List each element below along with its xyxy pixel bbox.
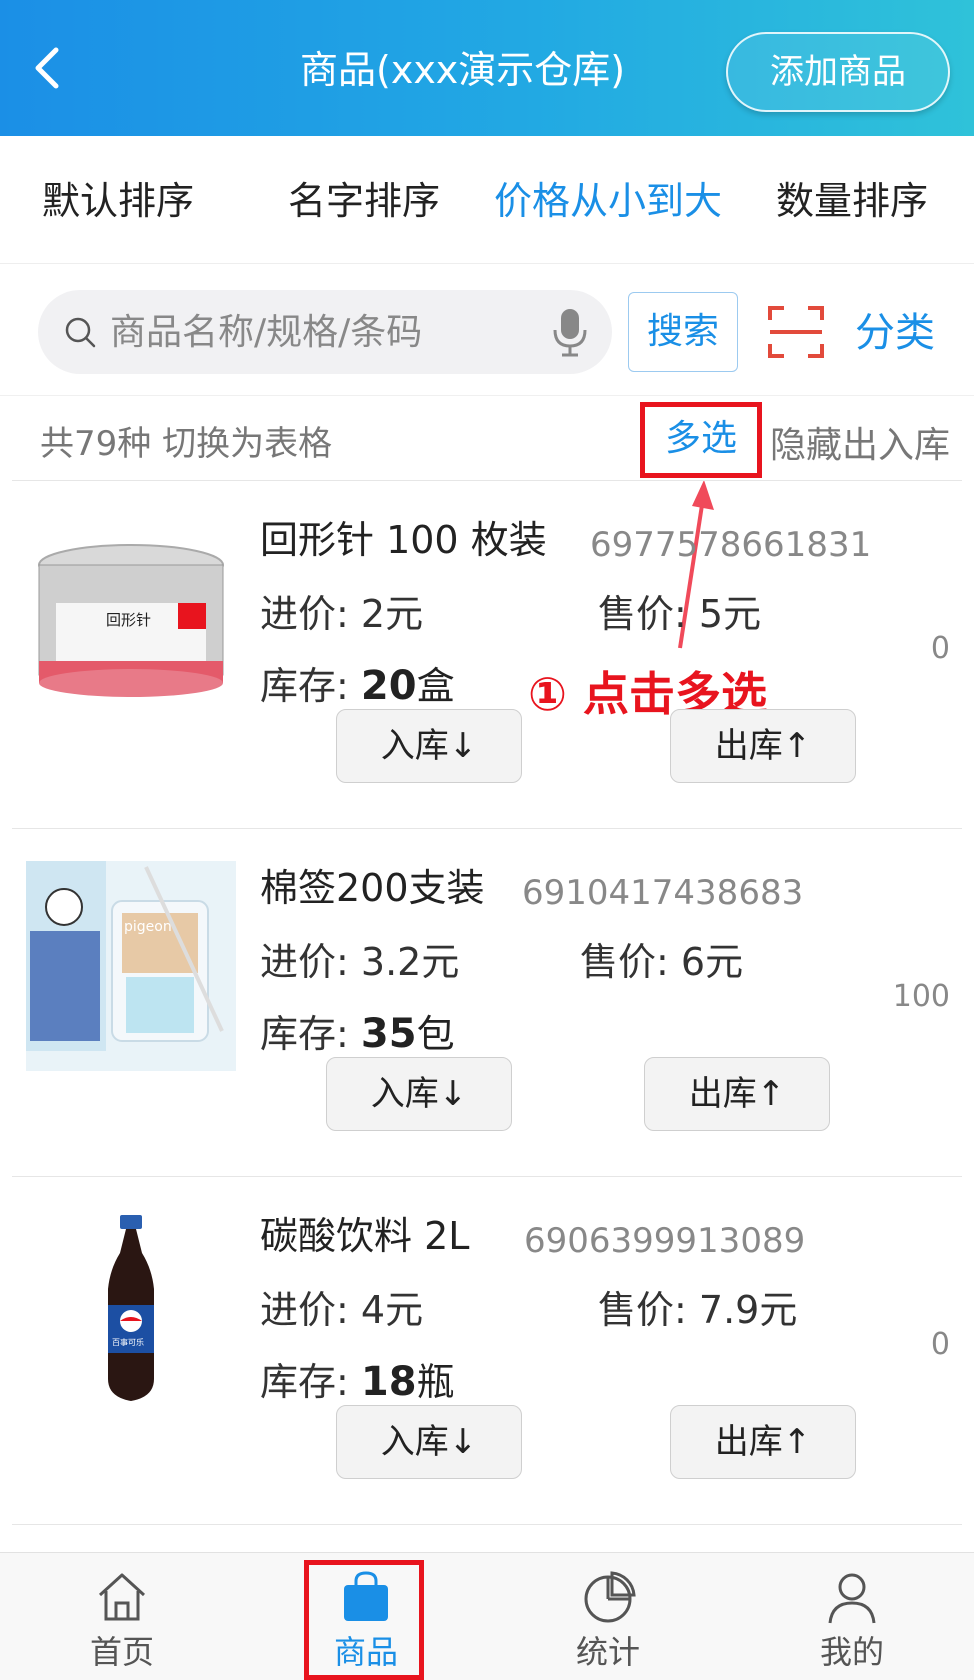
product-barcode: 6906399913089 [524, 1221, 806, 1261]
nav-stats[interactable]: 统计 [538, 1553, 678, 1680]
product-barcode: 6910417438683 [522, 873, 804, 913]
nav-mine[interactable]: 我的 [782, 1553, 922, 1680]
microphone-icon[interactable] [550, 306, 590, 358]
info-row: 共79种 切换为表格 多选 隐藏出入库 [0, 396, 974, 480]
product-image: 回形针 [38, 544, 224, 697]
product-item[interactable]: 百事可乐 碳酸饮料 2L 6906399913089 进价: 4元 售价: 7.… [12, 1176, 962, 1524]
product-name: 碳酸饮料 2L [260, 1214, 470, 1258]
tab-name-sort[interactable]: 名字排序 [288, 176, 440, 226]
nav-home-label: 首页 [89, 1633, 154, 1671]
product-image: pigeon [26, 861, 236, 1071]
sort-bar: 默认排序 名字排序 价格从小到大 数量排序 [0, 136, 974, 264]
svg-text:pigeon: pigeon [124, 919, 172, 935]
annotation-highlight-box [304, 1560, 424, 1680]
stock-in-button[interactable]: 入库↓ [336, 709, 522, 783]
search-input[interactable] [110, 304, 530, 360]
bottom-nav: 首页 商品 统计 我的 [0, 1552, 974, 1680]
stock-out-button[interactable]: 出库↑ [670, 709, 856, 783]
home-icon [98, 1573, 146, 1621]
product-side-count: 100 [892, 979, 950, 1014]
app-header: 商品(xxx演示仓库) 添加商品 [0, 0, 974, 136]
product-sell-price: 售价: 5元 [598, 592, 762, 636]
product-image: 百事可乐 [108, 1215, 154, 1401]
stock-in-button[interactable]: 入库↓ [326, 1057, 512, 1131]
search-button[interactable]: 搜索 [628, 292, 738, 372]
nav-mine-label: 我的 [819, 1633, 884, 1671]
stock-out-button[interactable]: 出库↑ [644, 1057, 830, 1131]
pie-chart-icon [584, 1571, 636, 1623]
product-sell-price: 售价: 7.9元 [598, 1288, 798, 1332]
product-barcode: 6977578661831 [590, 525, 872, 565]
product-stock: 库存: 35包 [260, 1011, 455, 1057]
product-item[interactable]: pigeon 棉签200支装 6910417438683 进价: 3.2元 售价… [12, 828, 962, 1176]
summary-and-table-toggle[interactable]: 共79种 切换为表格 [40, 416, 332, 465]
nav-home[interactable]: 首页 [52, 1553, 192, 1680]
page-title: 商品(xxx演示仓库) [300, 48, 626, 92]
nav-stats-label: 统计 [575, 1633, 640, 1671]
hide-inout-button[interactable]: 隐藏出入库 [770, 416, 950, 468]
scan-icon[interactable] [766, 302, 826, 362]
product-stock: 库存: 18瓶 [260, 1359, 455, 1405]
product-buy-price: 进价: 4元 [260, 1288, 424, 1332]
product-item[interactable]: 回形针 回形针 100 枚装 6977578661831 进价: 2元 售价: … [12, 480, 962, 828]
tab-default-sort[interactable]: 默认排序 [42, 176, 194, 226]
stock-in-button[interactable]: 入库↓ [336, 1405, 522, 1479]
stock-out-button[interactable]: 出库↑ [670, 1405, 856, 1479]
product-buy-price: 进价: 3.2元 [260, 940, 460, 984]
category-link[interactable]: 分类 [855, 306, 935, 360]
svg-text:回形针: 回形针 [106, 611, 151, 629]
search-icon [65, 317, 96, 348]
product-name: 棉签200支装 [260, 866, 485, 910]
search-row: 搜索 分类 [0, 264, 974, 396]
product-sell-price: 售价: 6元 [580, 940, 744, 984]
add-product-button[interactable]: 添加商品 [726, 32, 950, 112]
product-side-count: 0 [930, 1327, 950, 1362]
product-side-count: 0 [930, 631, 950, 666]
chevron-left-icon [35, 47, 59, 89]
multi-select-button[interactable]: 多选 [640, 402, 762, 478]
user-icon [828, 1573, 876, 1624]
svg-text:百事可乐: 百事可乐 [112, 1337, 144, 1347]
search-box[interactable] [38, 290, 612, 374]
back-button[interactable] [28, 38, 88, 108]
tab-price-sort[interactable]: 价格从小到大 [494, 176, 722, 226]
product-stock: 库存: 20盒 [260, 663, 455, 709]
tab-quantity-sort[interactable]: 数量排序 [776, 176, 928, 226]
product-buy-price: 进价: 2元 [260, 592, 424, 636]
product-name: 回形针 100 枚装 [260, 518, 547, 562]
list-divider [12, 1524, 962, 1552]
